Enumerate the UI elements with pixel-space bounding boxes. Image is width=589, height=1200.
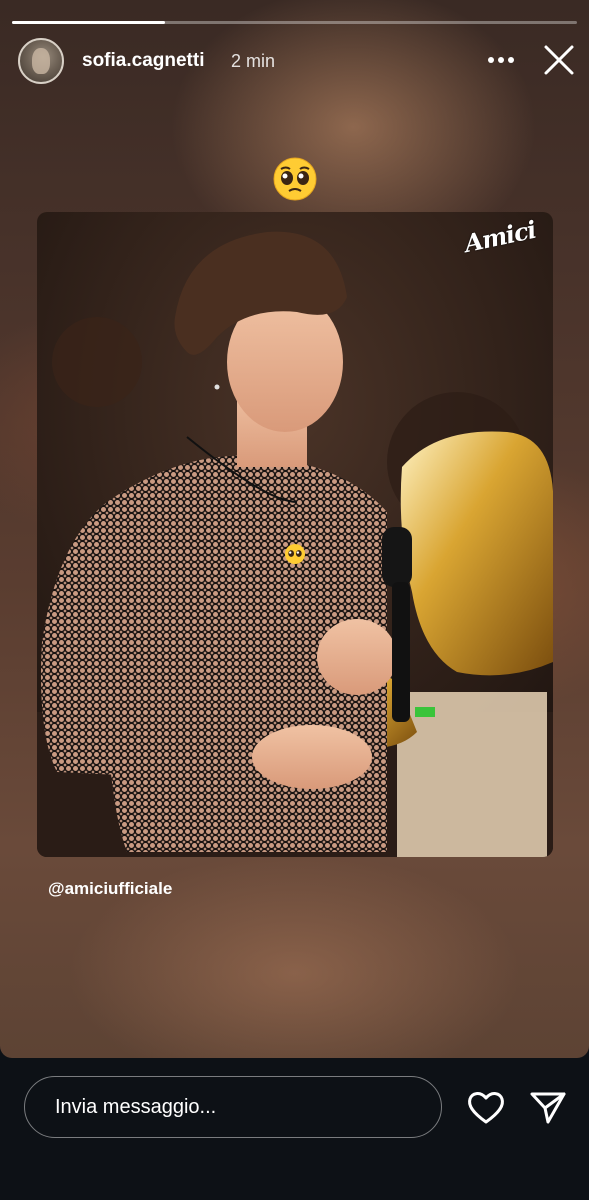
share-button[interactable] [528, 1088, 568, 1126]
close-button[interactable] [541, 42, 577, 78]
message-placeholder: Invia messaggio... [55, 1095, 217, 1118]
story-progress-fill [12, 21, 165, 24]
story-viewer[interactable]: sofia.cagnetti 2 min Amici @amiciufficia… [0, 0, 589, 1058]
more-options-button[interactable] [486, 45, 516, 75]
post-time: 2 min [231, 51, 276, 71]
story-progress-bar [12, 21, 577, 24]
pleading-face-emoji-sticker[interactable] [272, 156, 318, 202]
more-dots-icon [488, 57, 514, 63]
close-icon [544, 45, 574, 75]
avatar[interactable] [18, 38, 64, 84]
like-button[interactable] [466, 1088, 506, 1126]
mention-sticker[interactable]: @amiciufficiale [48, 879, 172, 899]
photo-image [37, 212, 553, 857]
story-photo [37, 212, 553, 857]
pleading-face-emoji-small [284, 543, 306, 565]
heart-icon [468, 1092, 504, 1124]
message-input[interactable]: Invia messaggio... [24, 1076, 442, 1138]
username[interactable]: sofia.cagnetti [82, 50, 204, 72]
paper-plane-icon [530, 1092, 566, 1124]
